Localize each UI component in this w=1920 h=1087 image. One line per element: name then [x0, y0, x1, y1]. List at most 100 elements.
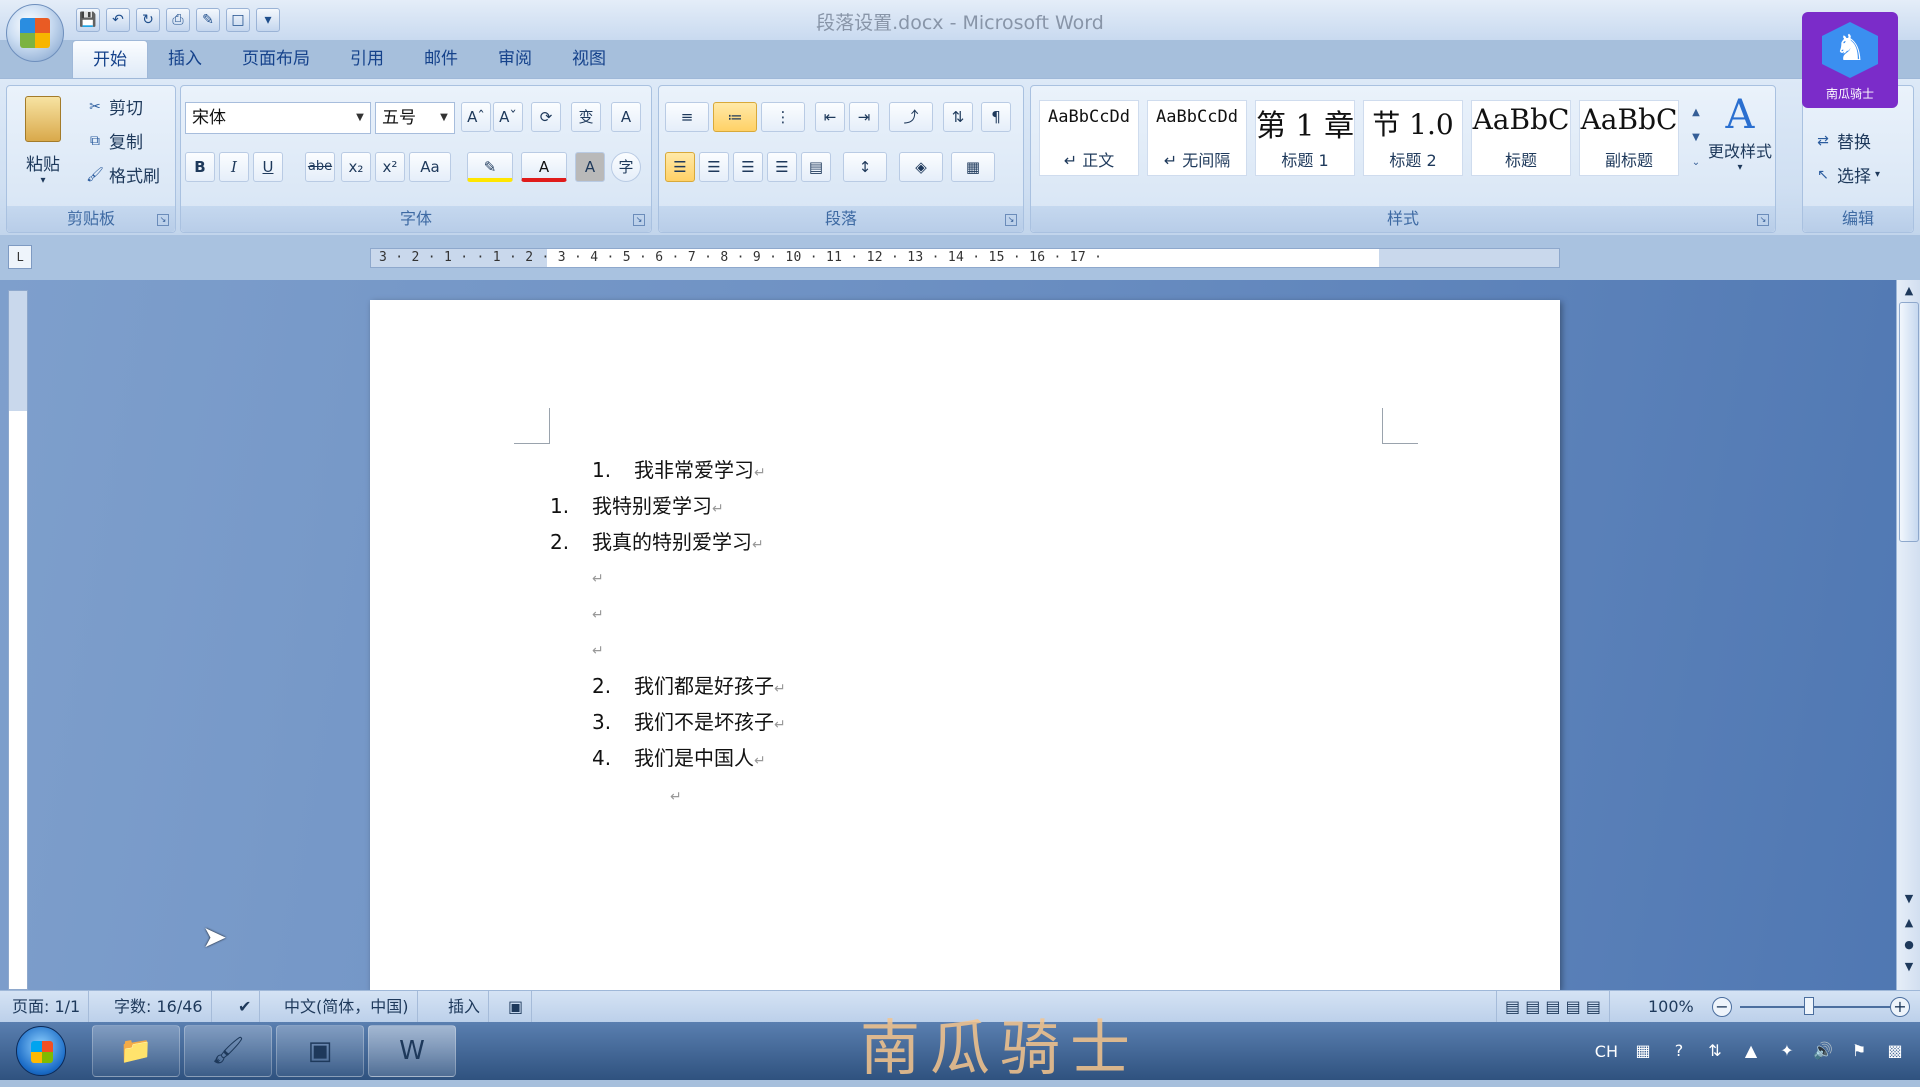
- list-item[interactable]: 2. 我真的特别爱学习↵: [550, 526, 764, 555]
- ime-icon[interactable]: ▦: [1632, 1040, 1654, 1062]
- char-shading-icon[interactable]: A: [575, 152, 605, 182]
- line-spacing-icon[interactable]: ↕: [843, 152, 887, 182]
- zoom-out-icon[interactable]: −: [1712, 997, 1732, 1017]
- scroll-up-icon[interactable]: ▲: [1897, 284, 1920, 297]
- clear-format-icon[interactable]: ⟳: [531, 102, 561, 132]
- tab-mailings[interactable]: 邮件: [404, 40, 478, 78]
- input-language[interactable]: CH: [1595, 1042, 1618, 1061]
- underline-button[interactable]: U: [253, 152, 283, 182]
- paragraph-launcher-icon[interactable]: ↘: [1005, 214, 1017, 226]
- tab-insert[interactable]: 插入: [148, 40, 222, 78]
- scroll-down-icon[interactable]: ▼: [1897, 892, 1920, 905]
- zoom-level[interactable]: 100%: [1640, 991, 1702, 1023]
- document-page[interactable]: 1. 我非常爱学习↵ 1. 我特别爱学习↵ 2. 我真的特别爱学习↵ ↵ ↵ ↵ 2.…: [370, 300, 1560, 990]
- strikethrough-button[interactable]: abe: [305, 152, 335, 182]
- multilevel-list-icon[interactable]: ⋮: [761, 102, 805, 132]
- action-center-icon[interactable]: ⚑: [1848, 1040, 1870, 1062]
- scroll-thumb[interactable]: [1899, 302, 1919, 542]
- browse-object-icon[interactable]: ●: [1897, 938, 1920, 951]
- distributed-icon[interactable]: ▤: [801, 152, 831, 182]
- recorder-app-icon[interactable]: ▣: [276, 1025, 364, 1077]
- settings-icon[interactable]: ⇅: [1704, 1040, 1726, 1062]
- italic-button[interactable]: I: [219, 152, 249, 182]
- view-buttons[interactable]: ▤ ▤ ▤ ▤ ▤: [1496, 991, 1610, 1023]
- change-styles-button[interactable]: A 更改样式 ▾: [1707, 92, 1773, 202]
- bold-button[interactable]: B: [185, 152, 215, 182]
- justify-icon[interactable]: ☰: [767, 152, 797, 182]
- clipboard-launcher-icon[interactable]: ↘: [157, 214, 169, 226]
- style-title[interactable]: AaBbC 标题: [1471, 100, 1571, 176]
- empty-paragraph[interactable]: ↵: [592, 564, 604, 588]
- style-normal[interactable]: AaBbCcDd ↵ 正文: [1039, 100, 1139, 176]
- help-icon[interactable]: ?: [1668, 1040, 1690, 1062]
- word-count[interactable]: 字数: 16/46: [106, 991, 212, 1023]
- styles-launcher-icon[interactable]: ↘: [1757, 214, 1769, 226]
- language-indicator[interactable]: 中文(简体，中国): [276, 991, 418, 1023]
- superscript-button[interactable]: x²: [375, 152, 405, 182]
- chinese-layout-icon[interactable]: ⤴: [889, 102, 933, 132]
- font-launcher-icon[interactable]: ↘: [633, 214, 645, 226]
- font-size-select[interactable]: 五号 ▼: [375, 102, 455, 134]
- office-button[interactable]: [6, 4, 64, 62]
- phonetic-guide-icon[interactable]: 变: [571, 102, 601, 132]
- word-app-icon[interactable]: W: [368, 1025, 456, 1077]
- security-icon[interactable]: ✦: [1776, 1040, 1798, 1062]
- subscript-button[interactable]: x₂: [341, 152, 371, 182]
- list-item[interactable]: 4. 我们是中国人↵: [592, 742, 766, 771]
- increase-indent-icon[interactable]: ⇥: [849, 102, 879, 132]
- show-marks-icon[interactable]: ¶: [981, 102, 1011, 132]
- zoom-in-icon[interactable]: +: [1890, 997, 1910, 1017]
- list-item[interactable]: 1. 我特别爱学习↵: [550, 490, 724, 519]
- network-icon[interactable]: ▩: [1884, 1040, 1906, 1062]
- change-case-button[interactable]: Aa: [409, 152, 451, 182]
- volume-icon[interactable]: 🔊: [1812, 1040, 1834, 1062]
- list-item[interactable]: 3. 我们不是坏孩子↵: [592, 706, 786, 735]
- replace-button[interactable]: ⇄ 替换: [1813, 128, 1871, 154]
- decrease-indent-icon[interactable]: ⇤: [815, 102, 845, 132]
- select-button[interactable]: ↖ 选择 ▾: [1813, 162, 1880, 188]
- next-page-icon[interactable]: ▼: [1897, 960, 1920, 973]
- empty-paragraph[interactable]: ↵: [592, 636, 604, 660]
- show-hidden-icon[interactable]: ▲: [1740, 1040, 1762, 1062]
- tab-home[interactable]: 开始: [72, 40, 148, 78]
- zoom-slider[interactable]: [1740, 1006, 1890, 1008]
- font-color-icon[interactable]: A: [521, 152, 567, 182]
- style-subtitle[interactable]: AaBbC 副标题: [1579, 100, 1679, 176]
- prev-page-icon[interactable]: ▲: [1897, 916, 1920, 929]
- shading-icon[interactable]: ◈: [899, 152, 943, 182]
- tab-references[interactable]: 引用: [330, 40, 404, 78]
- format-painter-button[interactable]: 🖌 格式刷: [85, 162, 160, 188]
- horizontal-ruler[interactable]: 3 · 2 · 1 · · 1 · 2 · 3 · 4 · 5 · 6 · 7 …: [370, 248, 1560, 268]
- list-item[interactable]: 2. 我们都是好孩子↵: [592, 670, 786, 699]
- paste-button[interactable]: 粘贴 ▾: [17, 92, 69, 204]
- list-item[interactable]: 1. 我非常爱学习↵: [592, 454, 766, 483]
- bullets-icon[interactable]: ≡: [665, 102, 709, 132]
- empty-paragraph[interactable]: ↵: [670, 782, 682, 806]
- empty-paragraph[interactable]: ↵: [592, 600, 604, 624]
- enclose-char-icon[interactable]: 字: [611, 152, 641, 182]
- tab-selector-icon[interactable]: L: [8, 245, 32, 269]
- page-indicator[interactable]: 页面: 1/1: [4, 991, 90, 1023]
- highlight-color-icon[interactable]: ✎: [467, 152, 513, 182]
- font-name-select[interactable]: 宋体 ▼: [185, 102, 371, 134]
- sort-icon[interactable]: ⇅: [943, 102, 973, 132]
- proofing-icon[interactable]: ✔: [230, 991, 261, 1023]
- style-no-spacing[interactable]: AaBbCcDd ↵ 无间隔: [1147, 100, 1247, 176]
- tab-review[interactable]: 审阅: [478, 40, 552, 78]
- cut-button[interactable]: ✂ 剪切: [85, 94, 143, 120]
- shrink-font-button[interactable]: Aˇ: [493, 102, 523, 132]
- tab-view[interactable]: 视图: [552, 40, 626, 78]
- explorer-icon[interactable]: 📁: [92, 1025, 180, 1077]
- style-heading-1[interactable]: 第 1 章标题 1: [1255, 100, 1355, 176]
- tab-page-layout[interactable]: 页面布局: [222, 40, 330, 78]
- borders-icon[interactable]: ▦: [951, 152, 995, 182]
- align-right-icon[interactable]: ☰: [733, 152, 763, 182]
- vertical-scrollbar[interactable]: ▲ ▼ ▲ ● ▼: [1896, 280, 1920, 990]
- start-button[interactable]: [16, 1026, 66, 1076]
- align-center-icon[interactable]: ☰: [699, 152, 729, 182]
- zoom-slider-thumb[interactable]: [1804, 997, 1814, 1015]
- styles-scroll[interactable]: ▲ ▼ ⌄: [1687, 100, 1705, 176]
- char-border-icon[interactable]: A: [611, 102, 641, 132]
- macro-record-icon[interactable]: ▣: [500, 991, 533, 1023]
- align-left-icon[interactable]: ☰: [665, 152, 695, 182]
